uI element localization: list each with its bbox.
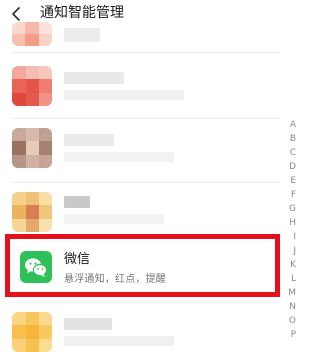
index-letter-b[interactable]: B xyxy=(282,134,296,144)
app-subtitle-pixelated xyxy=(64,152,174,162)
app-icon-pixelated xyxy=(12,128,52,168)
app-notification-summary: 悬浮通知，红点，提醒 xyxy=(64,274,166,285)
app-name: 微信 xyxy=(64,252,91,267)
chevron-left-icon[interactable] xyxy=(10,6,22,22)
app-icon-pixelated xyxy=(12,312,52,352)
index-letter-n[interactable]: N xyxy=(282,302,296,312)
app-name-pixelated xyxy=(64,134,114,146)
index-letter-m[interactable]: M xyxy=(282,288,296,298)
app-name-pixelated xyxy=(64,196,90,208)
index-letter-l[interactable]: L xyxy=(282,274,296,284)
app-subtitle-pixelated xyxy=(64,336,174,346)
index-letter-k[interactable]: K xyxy=(282,260,296,270)
index-letter-a[interactable]: A xyxy=(282,120,296,130)
app-icon-pixelated xyxy=(12,192,52,232)
divider xyxy=(12,118,280,119)
app-icon-pixelated xyxy=(12,22,52,46)
index-letter-c[interactable]: C xyxy=(282,148,296,158)
app-name-pixelated xyxy=(64,318,112,330)
wechat-icon xyxy=(20,251,52,283)
app-name-pixelated xyxy=(64,28,100,42)
divider xyxy=(12,52,280,53)
index-letter-j[interactable]: J xyxy=(282,246,296,256)
index-letter-i[interactable]: I xyxy=(282,232,296,242)
index-letter-d[interactable]: D xyxy=(282,162,296,172)
wechat-row[interactable]: 微信 悬浮通知，红点，提醒 xyxy=(5,234,280,297)
app-subtitle-pixelated xyxy=(64,214,164,224)
page-title: 通知智能管理 xyxy=(40,5,124,21)
index-letter-f[interactable]: F xyxy=(282,190,296,200)
index-letter-p[interactable]: P xyxy=(282,330,296,340)
divider xyxy=(12,182,280,183)
app-subtitle-pixelated xyxy=(64,90,184,100)
index-letter-g[interactable]: G xyxy=(282,204,296,214)
index-letter-e[interactable]: E xyxy=(282,176,296,186)
app-name-pixelated xyxy=(64,72,124,84)
app-icon-pixelated xyxy=(12,66,52,106)
index-letter-h[interactable]: H xyxy=(282,218,296,228)
index-letter-o[interactable]: O xyxy=(282,316,296,326)
